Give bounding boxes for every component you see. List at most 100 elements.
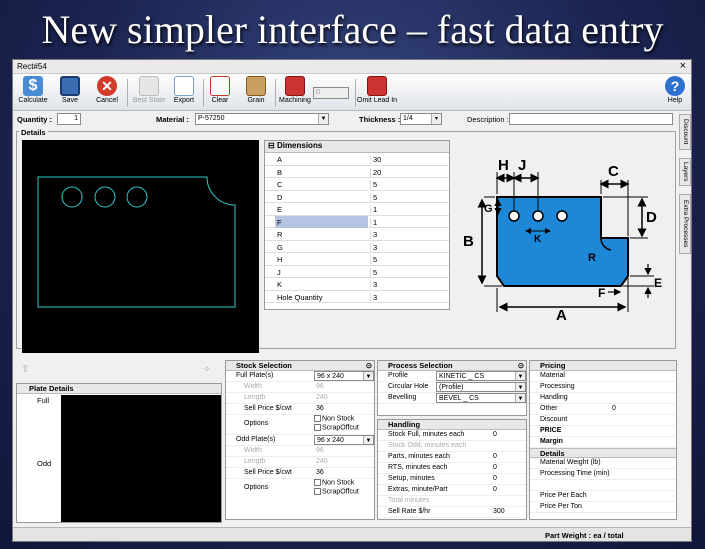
collapse-icon[interactable]: ⊙ <box>366 361 372 370</box>
stock-selection-title: Stock Selection ⊙ <box>226 361 374 371</box>
dimension-row[interactable]: J5 <box>265 266 449 278</box>
dimension-row[interactable]: K3 <box>265 278 449 291</box>
cancel-button[interactable]: ✕ Cancel <box>93 76 121 104</box>
omit-lead-in-button[interactable]: Omit Lead In <box>357 76 397 104</box>
dimension-name: Hole Quantity <box>277 292 323 302</box>
process-select[interactable]: KINETIC _ CS ▼ <box>436 371 526 381</box>
hole-outline <box>126 186 148 208</box>
material-select[interactable]: P-57250 ▼ <box>195 113 329 125</box>
dimension-value[interactable]: 5 <box>370 180 377 189</box>
machining-button[interactable]: Machining <box>279 76 311 104</box>
dimension-row[interactable]: E1 <box>265 203 449 216</box>
plate-details-panel: Plate Details Full Odd <box>16 383 222 523</box>
handling-rows: Stock Full, minutes each 0 Stock Odd, minu… <box>378 430 526 518</box>
handling-value[interactable]: 0 <box>493 464 497 471</box>
handling-title: Handling <box>378 420 526 430</box>
dimension-value[interactable]: 20 <box>370 167 381 177</box>
non-stock-checkbox[interactable]: Non Stock <box>314 415 354 422</box>
collapse-icon[interactable]: ⊙ <box>518 361 524 370</box>
best-state-button[interactable]: Best State <box>131 76 167 104</box>
sell-price-field[interactable]: 36 <box>316 405 324 412</box>
handling-row: RTS, minutes each 0 <box>378 463 526 474</box>
handling-row: Total minutes <box>378 496 526 507</box>
length-row: Length 240 <box>226 457 374 468</box>
tab-extra-processes[interactable]: Extra Processes <box>679 194 691 254</box>
process-value: (Profile) <box>439 384 464 391</box>
title-bar: Rect#54 × <box>13 60 691 74</box>
save-button[interactable]: Save <box>57 76 83 104</box>
toolbar-separator <box>203 79 204 107</box>
dimension-name: H <box>277 255 283 264</box>
pricing-detail-rows: Material Weight (lb) Processing Time (min… <box>530 458 676 513</box>
dimension-value[interactable]: 3 <box>370 280 377 289</box>
dimension-row[interactable]: C5 <box>265 178 449 191</box>
pricing-detail-label: Material Weight (lb) <box>540 459 601 466</box>
dimension-row[interactable]: R3 <box>265 228 449 241</box>
dimension-row[interactable]: D5 <box>265 191 449 203</box>
handling-label: Stock Odd, minutes each <box>388 442 467 449</box>
dimension-row[interactable]: Hole Quantity 3 <box>265 291 449 303</box>
chevron-down-icon: ▼ <box>515 383 525 391</box>
dimension-value[interactable]: 5 <box>370 267 377 277</box>
dimension-row[interactable]: G3 <box>265 241 449 253</box>
selection-highlight <box>275 215 368 228</box>
calculate-button[interactable]: $ Calculate <box>17 76 49 104</box>
scrap-offcut-checkbox[interactable]: ScrapOffcut <box>314 424 359 431</box>
options-row: Options Non Stock ScrapOffcut <box>226 415 374 435</box>
dimensions-grid: ⊟ Dimensions A 30 B 20 C 5 D 5 E 1 F 1 R 3 G 3 H 5 J 5 K 3 Hol… <box>264 140 450 310</box>
full-plate-select[interactable]: 96 x 240 ▼ <box>314 371 374 381</box>
handling-value[interactable]: 0 <box>493 431 497 438</box>
close-icon[interactable]: × <box>680 60 686 72</box>
handling-value[interactable]: 300 <box>493 508 505 515</box>
part-header-row: Quantity : 1 Material : P-57250 ▼ Thickn… <box>13 113 691 127</box>
process-rows: Profile KINETIC _ CS ▼ Circular Hole (Profil… <box>378 371 526 404</box>
help-button[interactable]: ? Help <box>663 76 687 104</box>
scrap-offcut-checkbox[interactable]: ScrapOffcut <box>314 488 359 495</box>
odd-plate-select[interactable]: 96 x 240 ▼ <box>314 435 374 445</box>
machining-value-field[interactable]: 0 <box>313 87 349 99</box>
pricing-value[interactable]: 0 <box>612 405 616 412</box>
dimension-value[interactable]: 5 <box>370 255 377 264</box>
dimension-row[interactable]: A 30 <box>265 153 449 166</box>
dimension-value[interactable]: 3 <box>370 230 377 239</box>
dimension-row[interactable]: B 20 <box>265 166 449 178</box>
handling-value[interactable]: 0 <box>493 475 497 482</box>
collapse-icon[interactable]: ⊟ <box>268 141 275 150</box>
tab-layers[interactable]: Layers <box>679 158 691 186</box>
dimension-value[interactable]: 5 <box>370 192 377 202</box>
sell-price-row: Sell Price $/cwt 36 <box>226 468 374 479</box>
pricing-label: Material <box>540 372 565 379</box>
handling-value[interactable]: 0 <box>493 486 497 493</box>
description-field[interactable] <box>509 113 673 125</box>
dimension-value[interactable]: 1 <box>370 205 377 214</box>
dim-label-a: A <box>556 307 567 324</box>
export-icon <box>174 76 194 96</box>
dimension-name: C <box>277 180 283 189</box>
handling-value[interactable]: 0 <box>493 453 497 460</box>
process-select[interactable]: BEVEL _ CS ▼ <box>436 393 526 403</box>
dimension-value[interactable]: 30 <box>370 155 381 164</box>
stock-selection-panel: Stock Selection ⊙ Full Plate(s) 96 x 240 ▼ … <box>225 360 375 520</box>
dimension-row[interactable]: H5 <box>265 253 449 266</box>
dimension-diagram: H J C D B G K R A E F <box>458 152 668 340</box>
handling-row: Extras, minute/Part 0 <box>378 485 526 496</box>
dimension-value[interactable]: 1 <box>370 217 377 227</box>
process-label: Profile <box>388 372 408 379</box>
pin-icon[interactable]: ✧ <box>203 364 211 375</box>
dimension-value[interactable]: 3 <box>370 292 377 302</box>
handling-label: Stock Full, minutes each <box>388 431 465 438</box>
quantity-field[interactable]: 1 <box>57 113 81 125</box>
export-button[interactable]: Export <box>171 76 197 104</box>
dimension-row[interactable]: F1 <box>265 215 449 228</box>
nav-up-icon[interactable]: ⇧ <box>21 364 29 375</box>
process-select[interactable]: (Profile) ▼ <box>436 382 526 392</box>
grain-button[interactable]: Grain <box>243 76 269 104</box>
dimension-name: D <box>277 192 283 202</box>
thickness-select[interactable]: 1/4 ▾ <box>400 113 442 125</box>
non-stock-checkbox[interactable]: Non Stock <box>314 479 354 486</box>
sell-price-field[interactable]: 36 <box>316 469 324 476</box>
clear-button[interactable]: Clear <box>207 76 233 104</box>
tab-discount[interactable]: Discount <box>679 114 691 150</box>
width-row: Width 96 <box>226 382 374 393</box>
dimension-value[interactable]: 3 <box>370 242 377 252</box>
